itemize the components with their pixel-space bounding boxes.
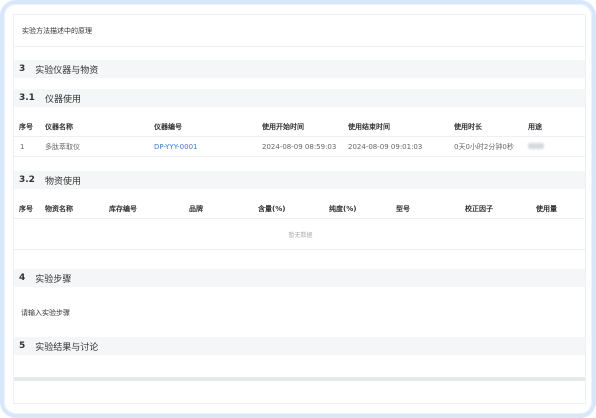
row-name: 多肽萃取仪 (45, 142, 80, 151)
col-stock-no: 库存编号 (109, 204, 137, 213)
method-text: 实验方法描述中的原理 (22, 26, 92, 35)
row-start: 2024-08-09 08:59:03 (262, 142, 337, 151)
col-material-name: 物资名称 (45, 204, 73, 213)
redacted-purpose (528, 142, 544, 151)
col-amount: 使用量 (536, 204, 557, 213)
steps-placeholder: 请输入实验步骤 (21, 309, 70, 317)
col-end: 使用结束时间 (348, 122, 390, 131)
col-purpose: 用途 (528, 122, 542, 131)
section-number: 5 (19, 341, 26, 351)
col-duration: 使用时长 (454, 122, 482, 131)
empty-state: 暂无数据 (14, 220, 585, 250)
col-content: 含量(%) (258, 204, 286, 213)
col-model: 型号 (396, 204, 410, 213)
col-start: 使用开始时间 (262, 122, 304, 131)
steps-input[interactable]: 请输入实验步骤 (14, 298, 585, 328)
material-table-header: 序号 物资名称 库存编号 品牌 含量(%) 纯度(%) 型号 校正因子 使用量 (14, 199, 585, 219)
section-title: 实验结果与讨论 (35, 342, 99, 353)
report-card: 实验方法描述中的原理 3 实验仪器与物资 3.1 仪器使用 序号 仪器名称 仪器… (13, 14, 586, 404)
col-code: 仪器编号 (154, 122, 182, 131)
row-index: 1 (20, 142, 25, 151)
col-index: 序号 (19, 122, 33, 131)
section-title: 实验步骤 (35, 274, 72, 285)
col-brand: 品牌 (189, 204, 203, 213)
section-title: 实验仪器与物资 (35, 65, 99, 76)
section-title: 仪器使用 (44, 94, 81, 105)
row-end: 2024-08-09 09:01:03 (348, 142, 423, 151)
section-3-header: 3 实验仪器与物资 (14, 60, 585, 78)
instrument-code-link[interactable]: DP-YYY-0001 (154, 143, 198, 151)
col-name: 仪器名称 (45, 122, 73, 131)
section-3-2-header: 3.2 物资使用 (14, 171, 585, 189)
section-4-header: 4 实验步骤 (14, 269, 585, 287)
table-row: 1 多肽萃取仪 DP-YYY-0001 2024-08-09 08:59:03 … (14, 137, 585, 157)
instrument-table-header: 序号 仪器名称 仪器编号 使用开始时间 使用结束时间 使用时长 用途 (14, 117, 585, 137)
col-correction: 校正因子 (465, 204, 493, 213)
row-duration: 0天0小时2分钟0秒 (454, 142, 514, 151)
section-number: 3.2 (19, 175, 35, 185)
section-title: 物资使用 (44, 176, 81, 187)
horizontal-scrollbar[interactable] (14, 377, 585, 381)
section-number: 3 (19, 64, 26, 74)
method-description: 实验方法描述中的原理 (14, 15, 585, 47)
section-number: 3.1 (19, 93, 35, 103)
section-number: 4 (19, 273, 26, 283)
section-3-1-header: 3.1 仪器使用 (14, 89, 585, 107)
empty-text: 暂无数据 (288, 232, 313, 239)
section-5-header: 5 实验结果与讨论 (14, 337, 585, 355)
col-index: 序号 (19, 204, 33, 213)
col-purity: 纯度(%) (329, 204, 357, 213)
